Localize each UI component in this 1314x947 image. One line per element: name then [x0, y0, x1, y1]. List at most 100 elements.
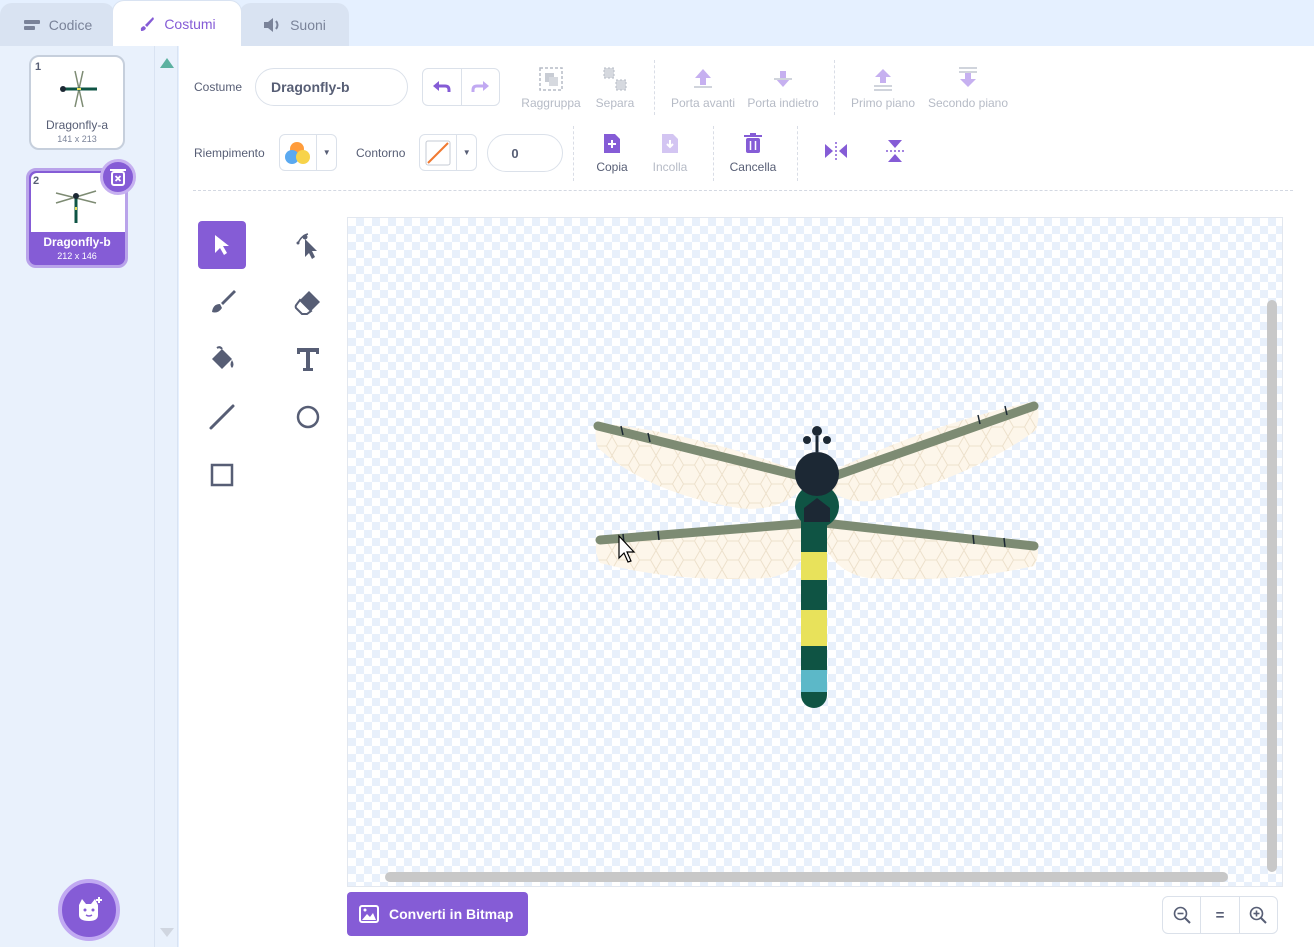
- reshape-icon: [296, 233, 317, 259]
- ungroup-button[interactable]: Separa: [593, 66, 637, 110]
- no-outline-icon: [425, 140, 451, 165]
- forward-button[interactable]: Porta avanti: [668, 66, 738, 110]
- outline-label: Contorno: [356, 146, 406, 160]
- outline-color-picker[interactable]: ▼: [419, 134, 477, 171]
- group-label: Raggruppa: [521, 96, 581, 110]
- back-label: Secondo piano: [927, 96, 1009, 110]
- fill-tool[interactable]: [198, 335, 246, 383]
- reshape-tool[interactable]: [284, 221, 332, 269]
- costume-item-1[interactable]: 1 Dragonfly-a 141 x 213: [29, 55, 125, 150]
- outline-width-input[interactable]: 0: [487, 134, 563, 172]
- redo-button[interactable]: [462, 69, 500, 105]
- fill-swatch: [280, 135, 318, 170]
- rectangle-tool[interactable]: [198, 451, 246, 499]
- copy-label: Copia: [596, 160, 628, 174]
- convert-to-bitmap-button[interactable]: Converti in Bitmap: [347, 892, 528, 936]
- undo-redo-group: [422, 68, 500, 106]
- scroll-up-arrow-icon[interactable]: [160, 58, 174, 68]
- choose-costume-button[interactable]: [58, 879, 120, 941]
- costume-number: 1: [35, 61, 42, 73]
- image-icon: [359, 905, 379, 923]
- delete-costume-button[interactable]: [100, 159, 136, 195]
- line-tool[interactable]: [198, 393, 246, 441]
- zoom-out-button[interactable]: [1163, 897, 1200, 933]
- trash-icon: [744, 133, 762, 153]
- brush-icon: [141, 16, 155, 31]
- toolbar-divider: [834, 60, 835, 115]
- group-button[interactable]: Raggruppa: [519, 66, 583, 110]
- undo-button[interactable]: [423, 69, 462, 105]
- zoom-controls: =: [1162, 896, 1278, 934]
- paste-button[interactable]: Incolla: [648, 132, 692, 174]
- text-t-icon: [297, 348, 319, 371]
- paste-icon: [662, 134, 678, 153]
- flip-vertical-button[interactable]: [881, 138, 909, 168]
- speaker-icon: [264, 18, 279, 32]
- costume-number: 2: [33, 175, 40, 187]
- group-icon: [539, 67, 563, 91]
- drawing-canvas[interactable]: [347, 217, 1283, 887]
- costume-name: Dragonfly-b: [43, 235, 111, 249]
- tab-code-label: Codice: [48, 17, 93, 33]
- circle-tool[interactable]: [284, 393, 332, 441]
- multicolor-fill-icon: [285, 141, 311, 164]
- front-button[interactable]: Primo piano: [849, 66, 917, 110]
- bring-front-icon: [874, 69, 892, 91]
- undo-icon: [432, 81, 451, 92]
- delete-button[interactable]: Cancella: [727, 132, 779, 174]
- line-icon: [209, 404, 235, 430]
- costume-label: Costume: [194, 80, 243, 94]
- delete-label: Cancella: [729, 160, 777, 174]
- code-icon: [23, 20, 40, 30]
- paste-label: Incolla: [652, 160, 688, 174]
- tab-sounds-label: Suoni: [290, 17, 326, 33]
- zoom-in-button[interactable]: [1238, 897, 1277, 933]
- costume-size: 141 x 213: [57, 134, 97, 144]
- fill-color-picker[interactable]: ▼: [279, 134, 337, 171]
- toolbar-divider: [797, 126, 798, 181]
- costume-thumbnail: [55, 190, 97, 223]
- dropdown-arrow-icon: ▼: [322, 148, 331, 157]
- copy-icon: [604, 134, 620, 153]
- costume-name-input[interactable]: Dragonfly-b: [255, 68, 408, 106]
- arrow-up-icon: [694, 69, 712, 88]
- backward-label: Porta indietro: [747, 96, 819, 110]
- circle-icon: [296, 405, 320, 429]
- redo-icon: [471, 81, 490, 92]
- scroll-down-arrow-icon[interactable]: [160, 928, 174, 937]
- flip-horizontal-icon: [825, 142, 847, 160]
- tab-code[interactable]: Codice: [0, 3, 115, 46]
- toolbar-divider: [573, 126, 574, 181]
- text-tool[interactable]: [284, 335, 332, 383]
- dropdown-arrow-icon: ▼: [462, 148, 471, 157]
- editor-tabs: Codice Costumi Suoni: [0, 0, 1314, 46]
- dragonfly-drawing: [593, 401, 1039, 708]
- convert-to-bitmap-label: Converti in Bitmap: [389, 906, 514, 922]
- costume-list-scrollbar[interactable]: [155, 46, 178, 947]
- backward-button[interactable]: Porta indietro: [745, 66, 821, 110]
- paint-bucket-icon: [212, 346, 234, 369]
- ungroup-label: Separa: [595, 96, 635, 110]
- zoom-reset-button[interactable]: =: [1200, 897, 1238, 933]
- eraser-tool[interactable]: [284, 278, 332, 326]
- select-tool[interactable]: [198, 221, 246, 269]
- toolbar-divider: [654, 60, 655, 115]
- costume-name: Dragonfly-a: [45, 118, 109, 132]
- forward-label: Porta avanti: [670, 96, 736, 110]
- mouse-pointer-icon: [618, 534, 636, 563]
- front-label: Primo piano: [850, 96, 916, 110]
- brush-tool[interactable]: [198, 278, 246, 326]
- flip-horizontal-button[interactable]: [822, 140, 850, 166]
- rectangle-icon: [210, 463, 234, 487]
- copy-button[interactable]: Copia: [592, 132, 632, 174]
- canvas-vertical-scrollbar[interactable]: [1267, 300, 1277, 872]
- outline-swatch: [420, 135, 458, 170]
- zoom-out-icon: [1173, 906, 1191, 924]
- canvas-horizontal-scrollbar[interactable]: [385, 872, 1228, 882]
- flip-vertical-icon: [886, 140, 904, 162]
- zoom-in-icon: [1250, 906, 1268, 924]
- tab-sounds[interactable]: Suoni: [239, 3, 349, 46]
- costume-size: 212 x 146: [57, 251, 97, 261]
- back-button[interactable]: Secondo piano: [925, 66, 1011, 110]
- tab-costumes[interactable]: Costumi: [112, 0, 242, 46]
